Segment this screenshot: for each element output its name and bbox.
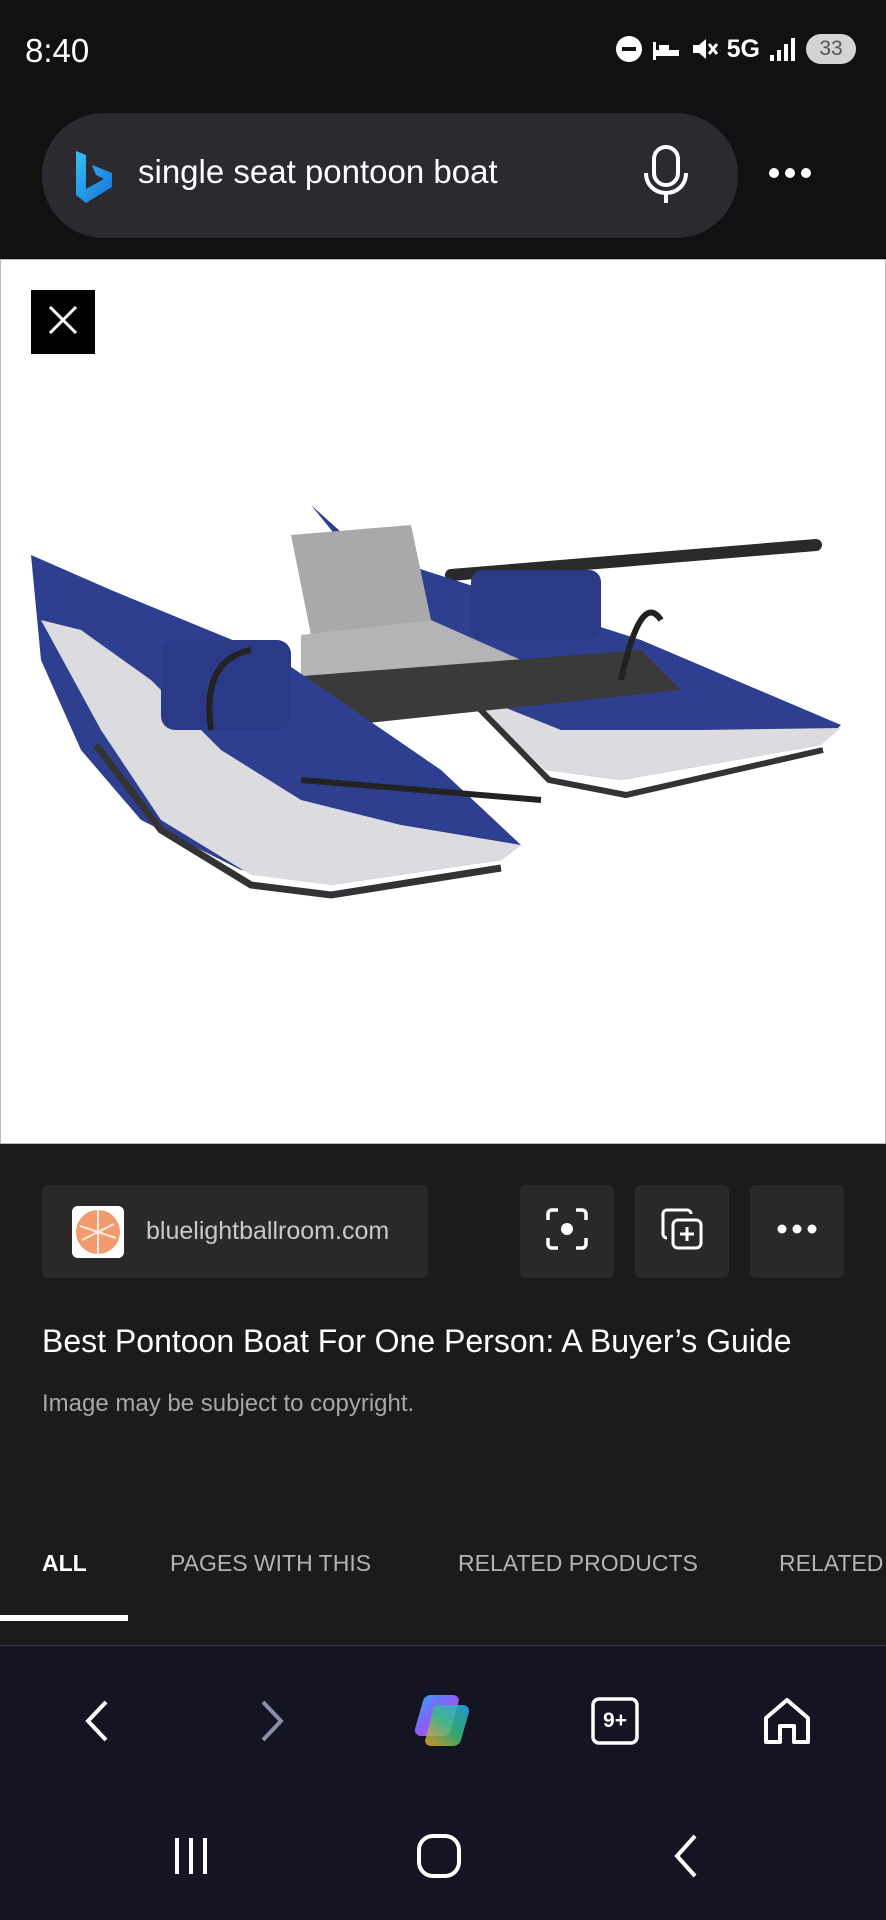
search-header: single seat pontoon boat xyxy=(0,105,886,259)
network-type: 5G xyxy=(726,34,760,63)
tabs-button[interactable]: 9+ xyxy=(580,1686,650,1756)
copy-add-icon[interactable] xyxy=(659,1206,705,1257)
home-icon[interactable] xyxy=(752,1686,822,1756)
recents-icon[interactable] xyxy=(156,1826,226,1886)
active-tab-indicator xyxy=(0,1615,128,1621)
search-bar[interactable]: single seat pontoon boat xyxy=(42,113,738,238)
more-icon[interactable] xyxy=(774,1219,820,1244)
tabs-count: 9+ xyxy=(603,1709,627,1732)
system-back-icon[interactable] xyxy=(652,1826,722,1886)
tab-related[interactable]: RELATED xyxy=(779,1550,883,1577)
visual-search-button[interactable] xyxy=(520,1185,614,1278)
copilot-icon[interactable] xyxy=(408,1686,478,1756)
tab-pages-with-this[interactable]: PAGES WITH THIS xyxy=(170,1550,371,1577)
clock: 8:40 xyxy=(25,32,90,69)
result-tabs: ALL PAGES WITH THIS RELATED PRODUCTS REL… xyxy=(0,1530,886,1620)
pontoon-boat-image xyxy=(31,505,841,899)
do-not-disturb-icon xyxy=(615,35,643,63)
browser-bottom-nav: 9+ xyxy=(0,1646,886,1796)
status-bar: 8:40 5G 33 xyxy=(0,0,886,105)
status-icons: 5G 33 xyxy=(615,34,856,64)
home-circle-icon[interactable] xyxy=(404,1826,474,1886)
image-viewer[interactable] xyxy=(0,259,886,1144)
more-icon[interactable] xyxy=(760,153,820,193)
bing-logo-icon xyxy=(72,149,116,210)
source-chip[interactable]: bluelightballroom.com xyxy=(42,1185,428,1278)
mute-icon xyxy=(689,34,719,64)
signal-icon xyxy=(768,35,798,63)
tab-all[interactable]: ALL xyxy=(42,1550,87,1577)
source-domain[interactable]: bluelightballroom.com xyxy=(146,1217,389,1246)
forward-arrow-icon[interactable] xyxy=(236,1686,306,1756)
visual-search-icon[interactable] xyxy=(544,1206,590,1257)
copyright-notice: Image may be subject to copyright. xyxy=(42,1390,415,1417)
sleep-mode-icon xyxy=(651,36,681,62)
site-favicon xyxy=(72,1206,124,1258)
result-title[interactable]: Best Pontoon Boat For One Person: A Buye… xyxy=(42,1323,791,1360)
search-query[interactable]: single seat pontoon boat xyxy=(138,153,498,191)
battery-indicator: 33 xyxy=(806,34,856,64)
copy-add-button[interactable] xyxy=(635,1185,729,1278)
tab-related-products[interactable]: RELATED PRODUCTS xyxy=(458,1550,698,1577)
back-arrow-icon[interactable] xyxy=(63,1686,133,1756)
system-nav-bar xyxy=(0,1796,886,1920)
microphone-icon[interactable] xyxy=(640,143,692,212)
result-more-button[interactable] xyxy=(750,1185,844,1278)
